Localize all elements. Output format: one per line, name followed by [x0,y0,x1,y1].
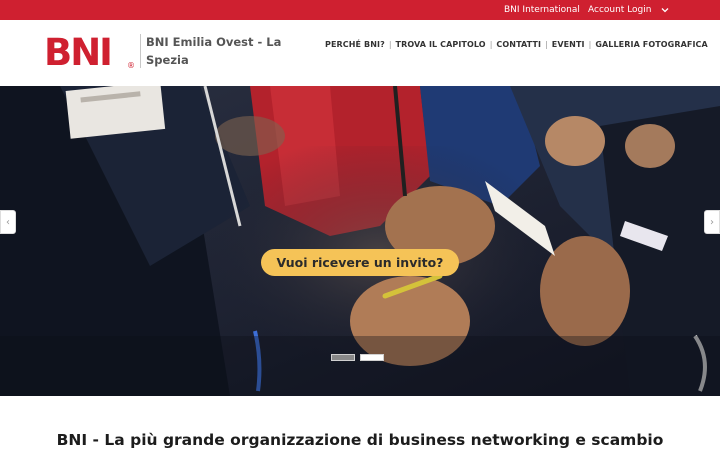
nav-separator: | [489,40,493,49]
nav-item-perche-bni[interactable]: PERCHÉ BNI? [325,39,385,51]
nav-separator: | [588,40,592,49]
nav-separator: | [388,40,392,49]
chevron-down-icon[interactable] [660,4,670,16]
logo-divider [140,34,141,68]
hero-carousel[interactable]: ‹ › Vuoi ricevere un invito? [0,86,720,396]
nav-separator: | [545,40,548,49]
bni-logo[interactable]: BNI ® [44,34,136,70]
logo-text: BNI [44,34,111,70]
carousel-dot-1[interactable] [331,354,355,361]
chevron-left-icon: ‹ [6,216,10,228]
carousel-prev-button[interactable]: ‹ [0,210,16,234]
bni-international-link[interactable]: BNI International [504,4,580,16]
page-headline: BNI - La più grande organizzazione di bu… [56,431,664,449]
nav-item-trova-il-capitolo[interactable]: TROVA IL CAPITOLO [396,39,486,51]
hero-image [0,86,720,396]
top-bar: BNI International Account Login [0,0,720,20]
registered-mark: ® [127,61,135,70]
carousel-indicators [331,354,384,361]
invite-request-button[interactable]: Vuoi ricevere un invito? [261,249,459,276]
nav-item-galleria-fotografica[interactable]: GALLERIA FOTOGRAFICA [595,39,707,51]
chapter-name[interactable]: BNI Emilia Ovest - La Spezia [146,33,286,69]
carousel-dot-2[interactable] [360,354,384,361]
main-nav: PERCHÉ BNI? | TROVA IL CAPITOLO | CONTAT… [325,39,708,51]
nav-item-contatti[interactable]: CONTATTI [496,39,541,51]
chevron-right-icon: › [710,216,714,228]
carousel-next-button[interactable]: › [704,210,720,234]
nav-item-eventi[interactable]: EVENTI [552,39,585,51]
site-header: BNI ® BNI Emilia Ovest - La Spezia PERCH… [0,20,720,86]
account-login-link[interactable]: Account Login [588,4,651,16]
